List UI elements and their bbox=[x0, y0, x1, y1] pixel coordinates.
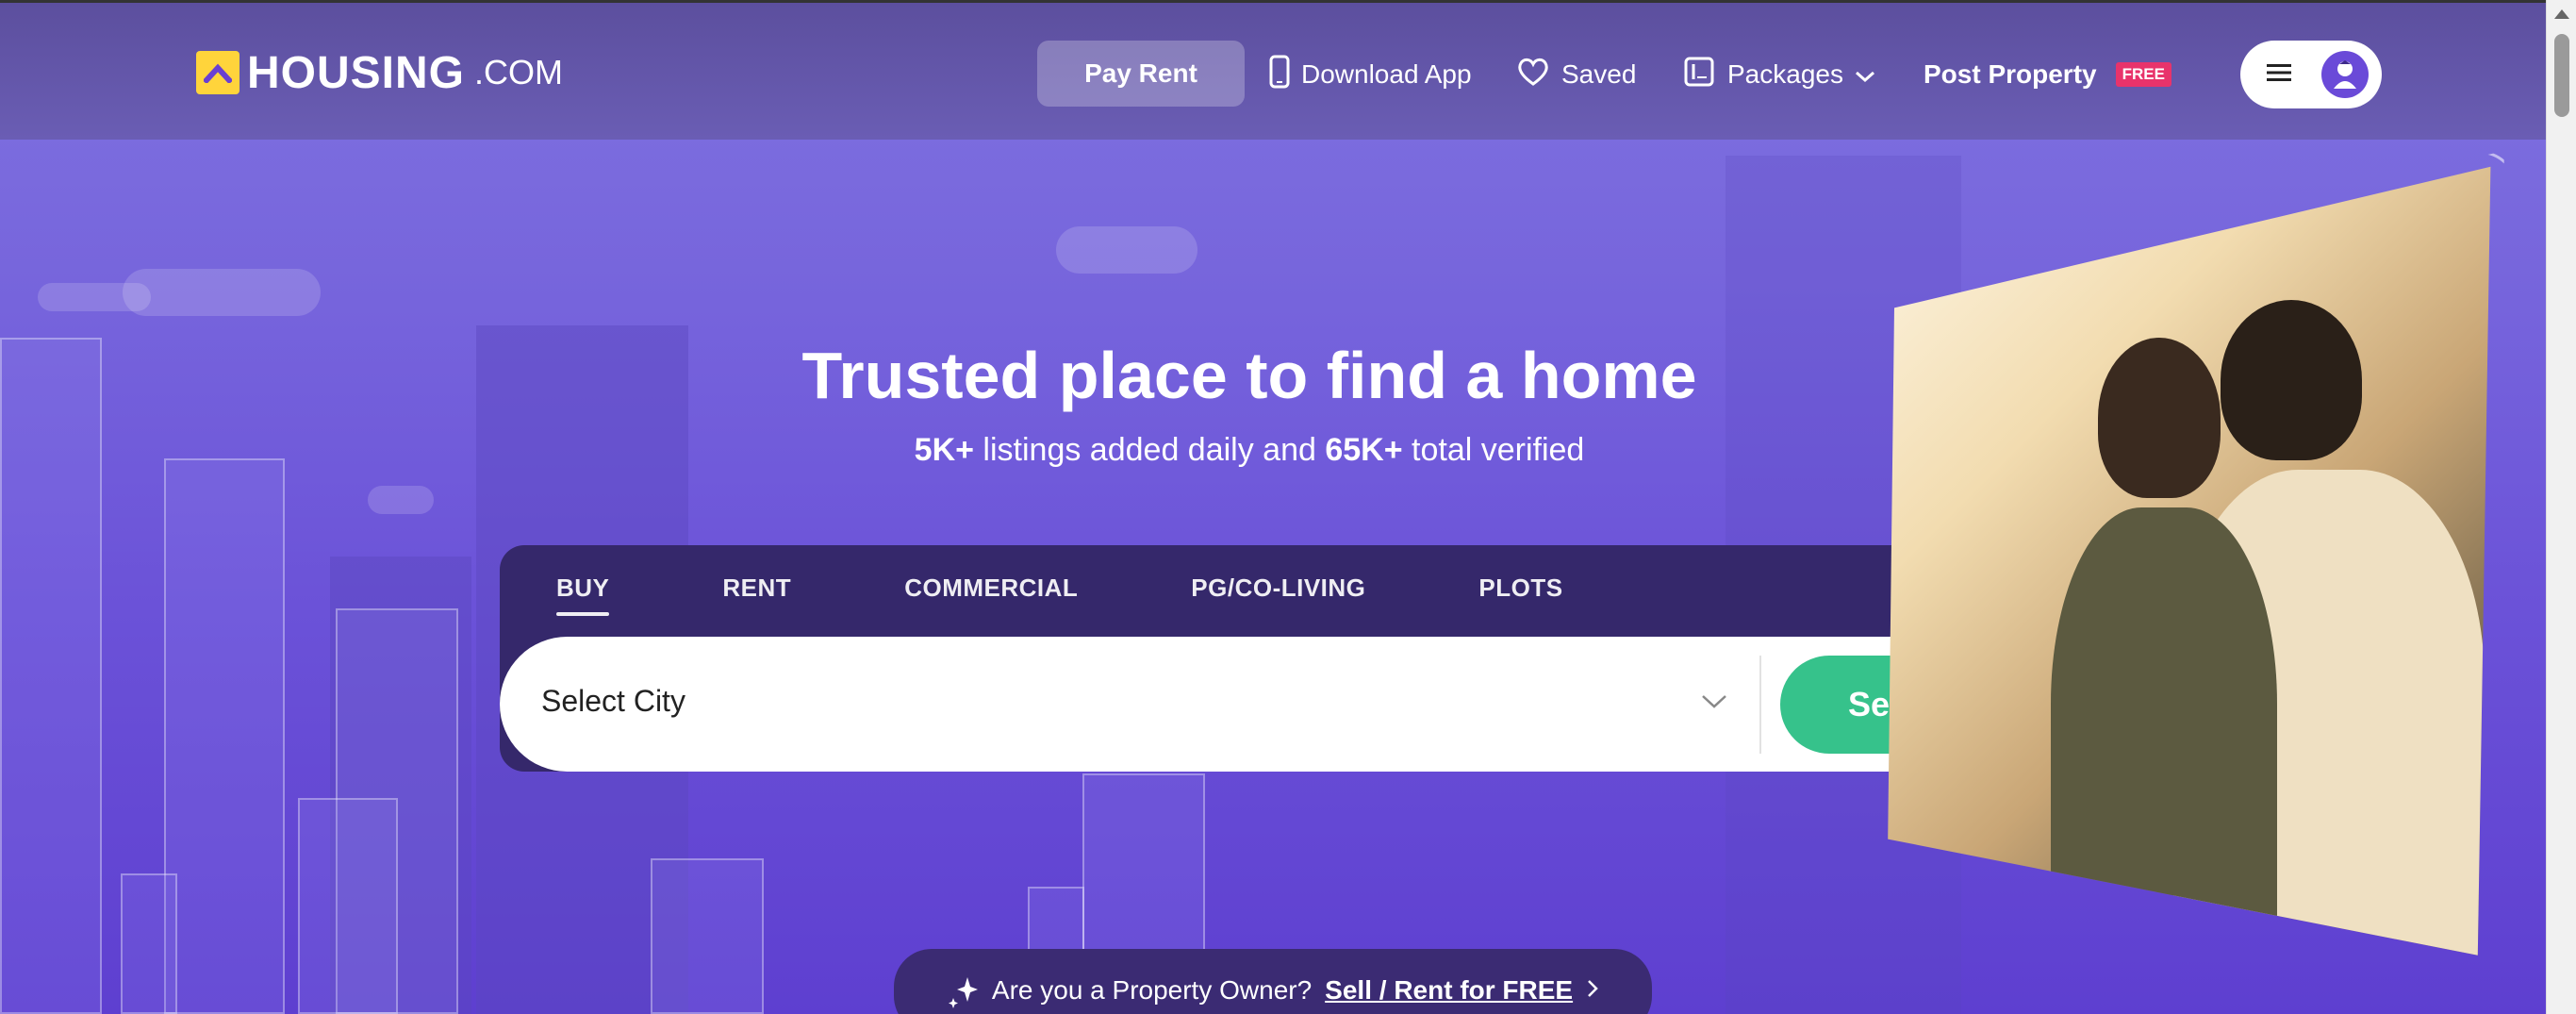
post-property-link[interactable]: Post Property FREE bbox=[1924, 41, 2171, 108]
hamburger-icon bbox=[2267, 62, 2291, 88]
subtitle-text-1: listings added daily and bbox=[973, 432, 1326, 468]
saved-link[interactable]: Saved bbox=[1516, 41, 1636, 108]
cloud-decoration bbox=[1056, 226, 1197, 274]
verified-count: 65K+ bbox=[1325, 432, 1403, 468]
tab-plots[interactable]: PLOTS bbox=[1478, 573, 1562, 616]
subtitle-text-2: total verified bbox=[1402, 432, 1585, 468]
logo-suffix: .COM bbox=[474, 53, 564, 91]
page: HOUSING .COM Pay Rent Download App Saved … bbox=[0, 0, 2546, 1014]
woman-figure bbox=[2098, 338, 2221, 498]
sell-rent-free-link[interactable]: Sell / Rent for FREE bbox=[1325, 975, 1573, 1006]
tab-rent[interactable]: RENT bbox=[722, 573, 791, 616]
pay-rent-button[interactable]: Pay Rent bbox=[1037, 41, 1245, 107]
package-icon bbox=[1682, 55, 1716, 95]
chevron-down-icon bbox=[1855, 59, 1875, 90]
divider bbox=[1759, 656, 1761, 754]
phone-icon bbox=[1269, 55, 1290, 95]
search-tabs: BUY RENT COMMERCIAL PG/CO-LIVING PLOTS bbox=[556, 573, 1563, 616]
tab-buy[interactable]: BUY bbox=[556, 573, 610, 616]
building-decoration bbox=[164, 458, 285, 1014]
avatar-icon bbox=[2321, 51, 2369, 98]
page-scrollbar[interactable] bbox=[2546, 0, 2576, 1014]
heart-icon bbox=[1516, 57, 1550, 93]
packages-dropdown[interactable]: Packages bbox=[1682, 41, 1875, 108]
chevron-down-icon[interactable] bbox=[1697, 684, 1731, 718]
sparkle-icon bbox=[947, 975, 979, 1014]
scroll-up-arrow-icon[interactable] bbox=[2554, 9, 2569, 19]
free-badge: FREE bbox=[2115, 62, 2171, 87]
building-decoration bbox=[298, 798, 398, 1014]
property-owner-banner: Are you a Property Owner? Sell / Rent fo… bbox=[894, 949, 1652, 1014]
tab-commercial[interactable]: COMMERCIAL bbox=[904, 573, 1078, 616]
post-property-label: Post Property bbox=[1924, 59, 2097, 89]
owner-question: Are you a Property Owner? bbox=[991, 975, 1313, 1005]
top-navigation-bar: HOUSING .COM Pay Rent Download App Saved … bbox=[0, 0, 2546, 140]
saved-label: Saved bbox=[1561, 59, 1637, 89]
scroll-thumb[interactable] bbox=[2554, 34, 2569, 117]
tab-pg-co-living[interactable]: PG/CO-LIVING bbox=[1191, 573, 1365, 616]
download-app-label: Download App bbox=[1301, 59, 1472, 89]
packages-label: Packages bbox=[1727, 59, 1843, 89]
building-decoration bbox=[651, 858, 764, 1014]
search-bar: Select City Search bbox=[500, 637, 2048, 772]
building-decoration bbox=[121, 873, 177, 1014]
city-select-dropdown[interactable]: Select City bbox=[541, 684, 685, 719]
download-app-link[interactable]: Download App bbox=[1269, 41, 1472, 108]
cloud-decoration bbox=[368, 486, 434, 514]
logo-mark-icon bbox=[196, 51, 239, 94]
housing-logo[interactable]: HOUSING .COM bbox=[196, 47, 564, 98]
cloud-decoration bbox=[123, 269, 321, 316]
search-card: BUY RENT COMMERCIAL PG/CO-LIVING PLOTS S… bbox=[500, 545, 2048, 772]
account-menu-button[interactable] bbox=[2240, 41, 2382, 108]
logo-text: HOUSING bbox=[247, 47, 466, 98]
listings-count: 5K+ bbox=[914, 432, 974, 468]
chevron-right-icon[interactable] bbox=[1586, 975, 1599, 1006]
man-figure bbox=[2221, 300, 2362, 460]
